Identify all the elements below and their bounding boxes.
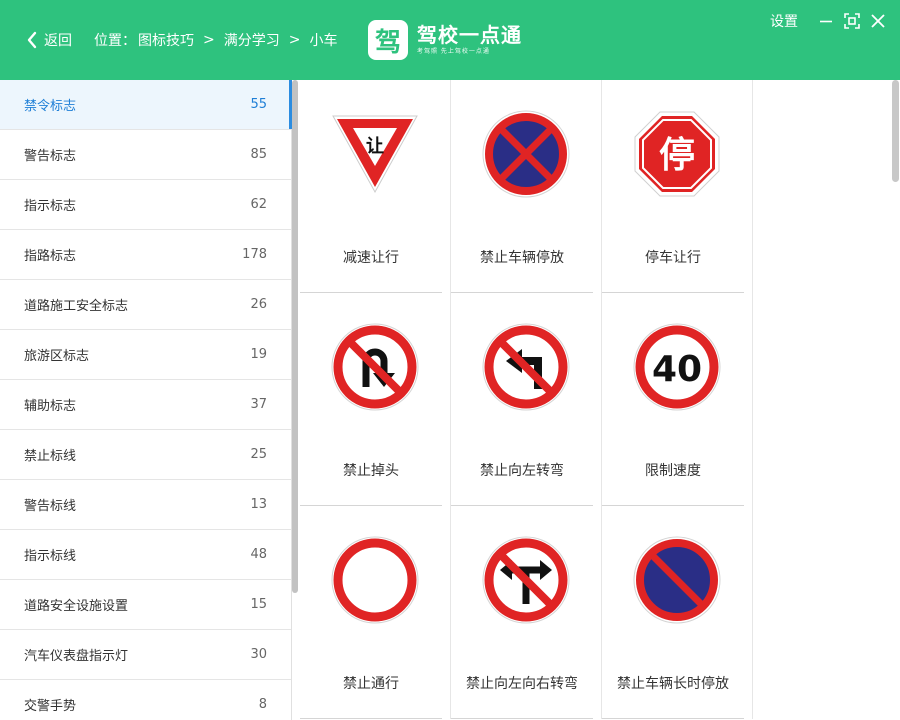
breadcrumb-item-2[interactable]: 满分学习 <box>224 30 280 50</box>
sidebar-category-item[interactable]: 道路安全设施设置 15 <box>0 580 291 630</box>
category-count: 19 <box>250 347 267 362</box>
category-count: 62 <box>250 197 267 212</box>
location-label: 位置： <box>94 33 136 49</box>
sidebar-category-item[interactable]: 指示标线 48 <box>0 530 291 580</box>
sidebar-category-item[interactable]: 禁令标志 55 <box>0 80 291 130</box>
sidebar-category-item[interactable]: 交警手势 8 <box>0 680 291 720</box>
sign-label: 禁止车辆长时停放 <box>617 676 729 692</box>
category-label: 道路施工安全标志 <box>24 299 129 314</box>
no-left-right-turn-sign-icon <box>482 536 570 624</box>
category-count: 15 <box>250 597 267 612</box>
sign-label: 禁止向左向右转弯 <box>466 676 578 692</box>
active-category-indicator <box>289 80 292 129</box>
no-entry-sign-icon <box>331 536 419 624</box>
card-divider <box>300 718 442 719</box>
grid-scrollbar[interactable] <box>891 80 900 182</box>
header-bar: 返回 位置： 图标技巧 > 满分学习 > 小车 驾 驾校一点通 考驾照 先上驾校… <box>0 0 900 80</box>
category-label: 指路标志 <box>24 249 77 264</box>
category-label: 道路安全设施设置 <box>24 599 129 614</box>
sign-label: 禁止通行 <box>343 676 399 692</box>
category-count: 30 <box>250 647 267 662</box>
svg-text:40: 40 <box>652 349 702 390</box>
breadcrumb: 位置： 图标技巧 > 满分学习 > 小车 <box>94 29 337 51</box>
minimize-icon[interactable] <box>816 11 836 31</box>
chevron-left-icon <box>26 29 42 51</box>
sign-card[interactable]: 停 停车让行 <box>602 80 753 293</box>
breadcrumb-item-3: 小车 <box>309 33 338 49</box>
breadcrumb-item-1[interactable]: 图标技巧 <box>138 30 194 50</box>
fullscreen-icon[interactable] <box>842 11 862 31</box>
category-label: 指示标志 <box>24 199 77 214</box>
sign-card[interactable]: 禁止车辆停放 <box>451 80 602 293</box>
sidebar-category-item[interactable]: 警告标志 85 <box>0 130 291 180</box>
category-count: 8 <box>258 697 267 712</box>
category-count: 13 <box>250 497 267 512</box>
category-label: 汽车仪表盘指示灯 <box>24 649 129 664</box>
sign-grid: 让 减速让行 禁止车辆停放 停 停车让行 禁止掉头 禁止向左转弯 40 限制速度… <box>300 80 753 720</box>
sign-card[interactable]: 禁止通行 <box>300 506 451 719</box>
card-divider <box>602 718 744 719</box>
category-count: 25 <box>250 447 267 462</box>
svg-text:让: 让 <box>366 136 384 157</box>
sidebar-category-item[interactable]: 指示标志 62 <box>0 180 291 230</box>
app-slogan: 考驾照 先上驾校一点通 <box>417 48 490 55</box>
sidebar-category-item[interactable]: 指路标志 178 <box>0 230 291 280</box>
sign-card[interactable]: 禁止向左转弯 <box>451 293 602 506</box>
category-label: 警告标志 <box>24 149 77 164</box>
breadcrumb-separator: > <box>203 32 215 48</box>
close-icon[interactable] <box>868 11 888 31</box>
category-count: 26 <box>250 297 267 312</box>
category-count: 37 <box>250 397 267 412</box>
no-left-turn-sign-icon <box>482 323 570 411</box>
sign-card[interactable]: 禁止车辆长时停放 <box>602 506 753 719</box>
sign-card[interactable]: 禁止向左向右转弯 <box>451 506 602 719</box>
sidebar-scrollbar[interactable] <box>292 80 298 593</box>
sign-card[interactable]: 让 减速让行 <box>300 80 451 293</box>
speed-limit-sign-icon: 40 <box>633 323 721 411</box>
yield-sign-icon: 让 <box>331 110 419 198</box>
back-label: 返回 <box>44 33 72 49</box>
stop-sign-icon: 停 <box>633 110 721 198</box>
sign-label: 限制速度 <box>645 463 701 479</box>
window-controls: 设置 <box>770 11 888 31</box>
category-label: 警告标线 <box>24 499 77 514</box>
svg-text:停: 停 <box>659 135 695 176</box>
sign-label: 禁止掉头 <box>343 463 399 479</box>
sign-card[interactable]: 禁止掉头 <box>300 293 451 506</box>
back-button[interactable]: 返回 <box>26 29 72 51</box>
logo-mark-icon: 驾 <box>368 20 408 60</box>
sidebar-category-item[interactable]: 禁止标线 25 <box>0 430 291 480</box>
category-label: 旅游区标志 <box>24 349 90 364</box>
sidebar-category-item[interactable]: 旅游区标志 19 <box>0 330 291 380</box>
sign-label: 禁止向左转弯 <box>480 463 564 479</box>
category-count: 48 <box>250 547 267 562</box>
sidebar-category-item[interactable]: 警告标线 13 <box>0 480 291 530</box>
sign-label: 减速让行 <box>343 250 399 266</box>
no-u-turn-sign-icon <box>331 323 419 411</box>
sign-label: 禁止车辆停放 <box>480 250 564 266</box>
sidebar-category-item[interactable]: 辅助标志 37 <box>0 380 291 430</box>
category-label: 辅助标志 <box>24 399 77 414</box>
sidebar-category-item[interactable]: 道路施工安全标志 26 <box>0 280 291 330</box>
category-label: 禁止标线 <box>24 449 77 464</box>
category-count: 178 <box>242 247 267 262</box>
no-parking-sign-icon <box>482 110 570 198</box>
category-sidebar: 禁令标志 55 警告标志 85 指示标志 62 指路标志 178 道路施工安全标志 26 旅游区标志… <box>0 80 292 720</box>
app-logo: 驾 驾校一点通 考驾照 先上驾校一点通 <box>368 20 522 60</box>
category-label: 禁令标志 <box>24 99 77 114</box>
card-divider <box>451 718 593 719</box>
settings-button[interactable]: 设置 <box>770 11 798 31</box>
category-label: 交警手势 <box>24 699 77 714</box>
sign-label: 停车让行 <box>645 250 701 266</box>
sign-card[interactable]: 40 限制速度 <box>602 293 753 506</box>
category-count: 55 <box>250 97 267 112</box>
breadcrumb-separator: > <box>288 32 301 48</box>
category-label: 指示标线 <box>24 549 77 564</box>
sidebar-category-item[interactable]: 汽车仪表盘指示灯 30 <box>0 630 291 680</box>
category-count: 85 <box>250 147 267 162</box>
app-name: 驾校一点通 <box>417 23 522 47</box>
no-long-parking-sign-icon <box>633 536 721 624</box>
